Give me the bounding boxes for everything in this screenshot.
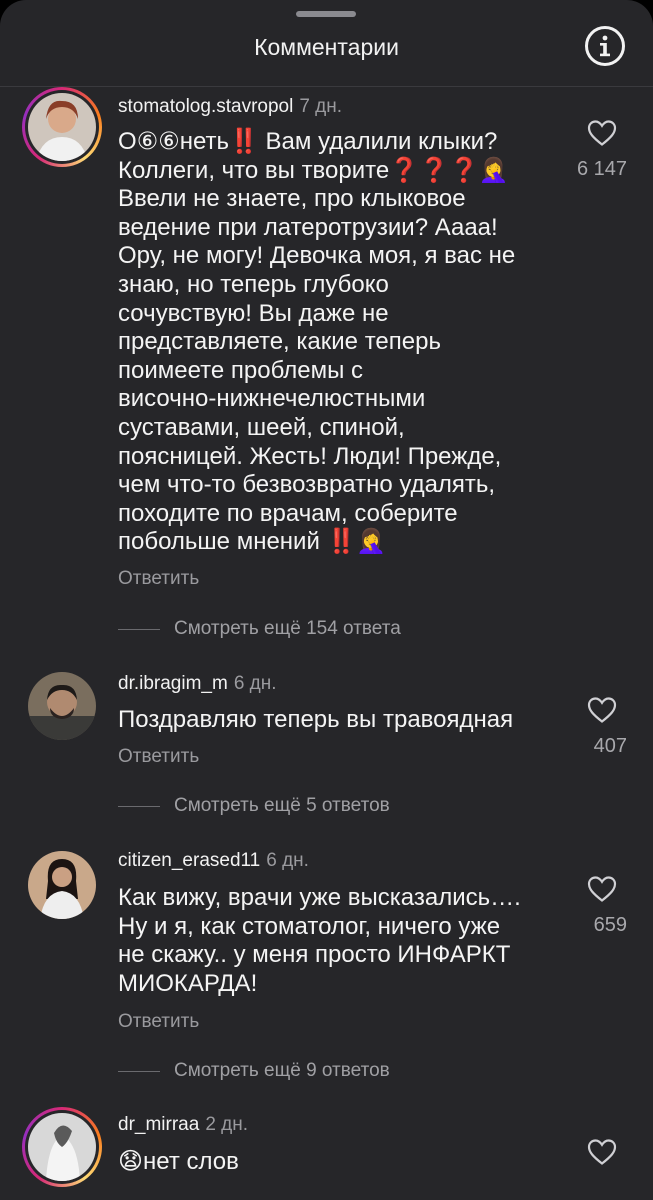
comment-text: Как вижу, врачи уже высказались…. Ну и я… <box>118 884 548 998</box>
info-icon[interactable] <box>584 25 626 67</box>
avatar[interactable] <box>22 87 102 167</box>
reply-button[interactable]: Ответить <box>118 1011 199 1033</box>
view-more-label[interactable]: Смотреть ещё 154 ответа <box>174 618 401 640</box>
view-more-replies[interactable]: Смотреть ещё 5 ответов <box>118 795 390 817</box>
comment-line: Ору, не могу! Девочка моя, я вас не <box>118 242 516 270</box>
reply-button[interactable]: Ответить <box>118 746 199 768</box>
comment-username[interactable]: dr.ibragim_m 6 дн. <box>118 673 277 695</box>
view-more-replies[interactable]: Смотреть ещё 154 ответа <box>118 618 401 640</box>
comment-line: височно-нижнечелюстными <box>118 385 426 413</box>
view-more-replies[interactable]: Смотреть ещё 9 ответов <box>118 1060 390 1082</box>
comment-text: Поздравляю теперь вы травоядная <box>118 706 548 735</box>
comment-time: 2 дн. <box>205 1114 249 1135</box>
sheet-drag-handle[interactable] <box>296 11 356 17</box>
comment-line: Ну и я, как стоматолог, ничего уже <box>118 912 501 940</box>
comment-time: 6 дн. <box>233 673 277 694</box>
like-count: 659 <box>593 914 627 936</box>
header-divider <box>0 86 653 87</box>
avatar-photo <box>28 851 96 919</box>
comment-line: Как вижу, врачи уже высказались…. <box>118 884 521 911</box>
username-text[interactable]: dr_mirraa <box>118 1114 199 1135</box>
avatar-photo <box>28 93 96 161</box>
username-text[interactable]: dr.ibragim_m <box>118 673 228 694</box>
comment-line: О⑥⑥неть‼️ Вам удалили клыки? <box>118 128 498 155</box>
heart-icon[interactable] <box>587 696 617 724</box>
page-title: Комментарии <box>254 34 399 60</box>
comment-username[interactable]: dr_mirraa 2 дн. <box>118 1114 248 1136</box>
comment-line: 😧нет слов <box>118 1148 239 1175</box>
comment-line: сочувствую! Вы даже не <box>118 299 389 327</box>
comment-line: поимеете проблемы с <box>118 356 364 384</box>
like-count: 407 <box>593 735 627 757</box>
comment-line: походите по врачам, соберите <box>118 499 458 527</box>
comment-line: поясницей. Жесть! Люди! Прежде, <box>118 442 502 470</box>
comment-line: суставами, шеей, спиной, <box>118 413 405 441</box>
comment-line: представляете, какие теперь <box>118 328 441 356</box>
comment-line: знаю, но теперь глубоко <box>118 270 389 298</box>
comment-line: Ввели не знаете, про клыковое <box>118 185 466 213</box>
comments-sheet: Комментарии stomatolog.stavropol 7 дн. О⑥… <box>0 0 653 1200</box>
like-count: 6 147 <box>576 158 627 180</box>
avatar-photo <box>28 1113 96 1181</box>
avatar[interactable] <box>22 1107 102 1187</box>
heart-icon[interactable] <box>587 119 617 147</box>
username-text[interactable]: citizen_erased11 <box>118 850 260 871</box>
heart-icon[interactable] <box>587 1138 617 1166</box>
avatar[interactable] <box>28 851 96 919</box>
comment-line: чем что-то безвозвратно удалять, <box>118 471 496 499</box>
comment-text: О⑥⑥неть‼️ Вам удалили клыки? Коллеги, чт… <box>118 128 548 557</box>
comment-username[interactable]: citizen_erased11 6 дн. <box>118 850 309 872</box>
reply-button[interactable]: Ответить <box>118 568 199 590</box>
comment-username[interactable]: stomatolog.stavropol 7 дн. <box>118 96 342 118</box>
comment-line: не скажу.. у меня просто ИНФАРКТ <box>118 941 511 969</box>
username-text[interactable]: stomatolog.stavropol <box>118 96 293 117</box>
heart-icon[interactable] <box>587 875 617 903</box>
comment-time: 6 дн. <box>266 850 309 871</box>
avatar[interactable] <box>28 672 96 740</box>
comment-line: Коллеги, что вы творите❓❓❓🤦‍♀️ <box>118 156 509 184</box>
comment-time: 7 дн. <box>299 96 343 117</box>
comment-line: побольше мнений ‼️🤦‍♀️ <box>118 528 387 556</box>
comment-line: Поздравляю теперь вы травоядная <box>118 706 514 733</box>
comment-line: МИОКАРДА! <box>118 969 258 997</box>
comment-line: ведение при латеротрузии? Аааа! <box>118 213 498 241</box>
view-more-label[interactable]: Смотреть ещё 5 ответов <box>174 795 390 817</box>
avatar-photo <box>28 672 96 740</box>
view-more-label[interactable]: Смотреть ещё 9 ответов <box>174 1060 390 1082</box>
comment-text: 😧нет слов <box>118 1148 548 1177</box>
